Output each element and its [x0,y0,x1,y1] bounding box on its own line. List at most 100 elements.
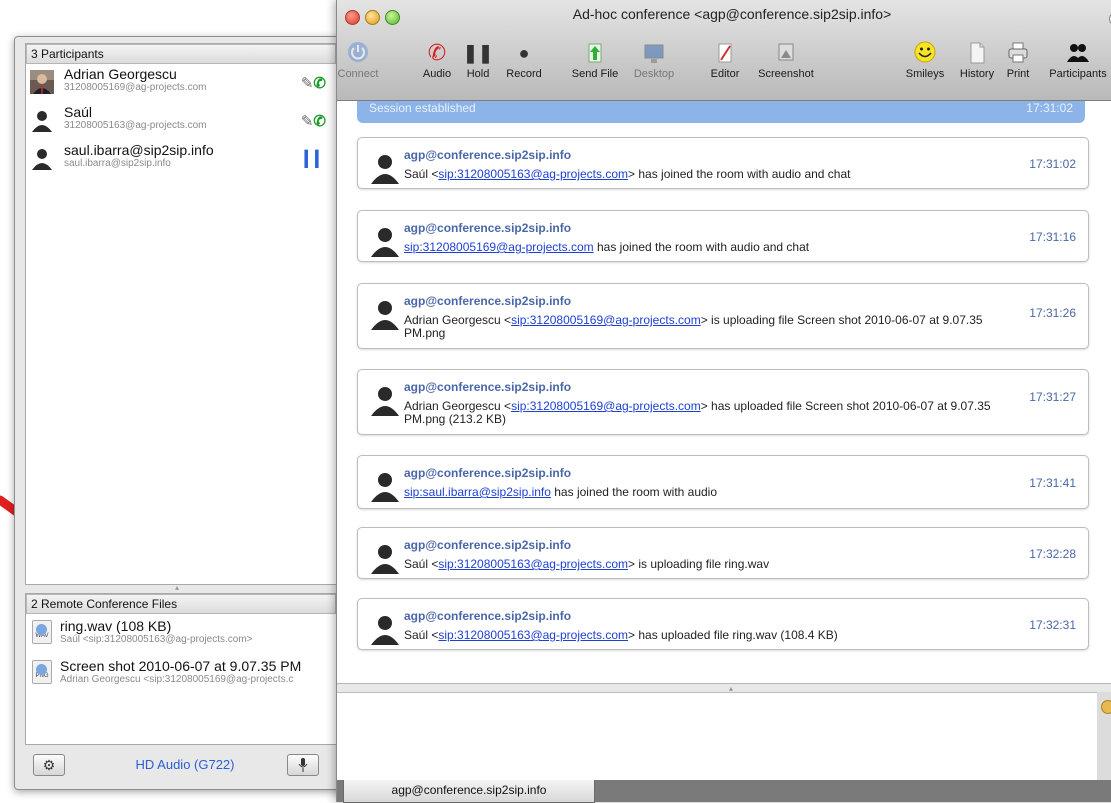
participants-button[interactable]: Participants [1043,38,1111,80]
sip-link[interactable]: sip:31208005169@ag-projects.com [511,399,701,413]
print-label: Print [1006,68,1030,80]
participant-name: Adrian Georgescu [64,66,177,82]
record-label: Record [506,68,542,80]
chat-message: agp@conference.sip2sip.info Adrian Georg… [357,369,1089,435]
screenshot-icon [778,43,794,61]
participant-address: 31208005169@ag-projects.com [64,82,207,93]
microphone-icon [298,758,308,772]
message-text: > is uploading file ring.wav [628,557,770,571]
chat-message: agp@conference.sip2sip.info Saúl <sip:31… [357,598,1089,650]
message-input[interactable] [337,692,1097,781]
audio-label: Audio [422,68,452,80]
default-avatar-icon [371,473,399,502]
sip-link[interactable]: sip:31208005163@ag-projects.com [438,628,628,642]
sip-link[interactable]: sip:31208005169@ag-projects.com [404,240,594,254]
message-text: Saúl < [404,167,439,181]
conference-drawer: 3 Participants Adrian Georgescu 31208005… [14,36,342,790]
participants-icon [1067,44,1089,62]
record-icon: ● [518,43,530,63]
phone-icon: ✆ [313,113,326,130]
message-text: Adrian Georgescu < [404,399,512,413]
connect-label: Connect [337,68,379,80]
history-button[interactable]: History [955,38,999,80]
message-time: 17:31:16 [1029,230,1076,244]
session-status: Session established [369,101,476,115]
file-row[interactable]: PNG Screen shot 2010-06-07 at 9.07.35 PM… [26,654,336,694]
sip-link[interactable]: sip:31208005163@ag-projects.com [438,167,628,181]
message-text: Saúl < [404,628,439,642]
message-body: sip:saul.ibarra@sip2sip.info has joined … [404,486,1024,499]
input-splitter[interactable]: ▴ [337,683,1111,693]
file-sender: Adrian Georgescu <sip:31208005169@ag-pro… [60,674,294,685]
monitor-icon [644,44,664,63]
pause-icon: ❚❚ [462,43,494,63]
message-body: Adrian Georgescu <sip:31208005169@ag-pro… [404,314,1024,340]
editor-label: Editor [710,68,740,80]
message-text: has joined the room with audio [550,485,718,499]
microphone-button[interactable] [287,754,319,776]
default-avatar-icon [371,228,399,257]
default-avatar-icon [32,149,52,170]
history-label: History [959,68,995,80]
splitter-handle[interactable]: ▴ [175,583,183,592]
message-time: 17:31:02 [1029,157,1076,171]
editor-button[interactable]: Editor [707,38,743,80]
pencil-icon: ✎ [300,113,314,130]
chat-message: agp@conference.sip2sip.info Adrian Georg… [357,283,1089,349]
message-body: sip:31208005169@ag-projects.com has join… [404,241,1024,254]
smileys-button[interactable]: Smileys [903,38,947,80]
sip-link[interactable]: sip:31208005163@ag-projects.com [438,557,628,571]
message-sender: agp@conference.sip2sip.info [404,380,572,394]
sip-link[interactable]: sip:31208005169@ag-projects.com [511,313,701,327]
chat-message: agp@conference.sip2sip.info Saúl <sip:31… [357,527,1089,579]
participants-label: Participants [1049,68,1107,80]
power-icon [348,42,368,62]
smiley-icon [914,41,936,63]
message-text: Adrian Georgescu < [404,313,512,327]
audio-button[interactable]: ✆ Audio [417,38,457,80]
file-row[interactable]: WAV ring.wav (108 KB) Saúl <sip:31208005… [26,614,336,654]
record-button[interactable]: ● Record [503,38,545,80]
desktop-label: Desktop [633,68,675,80]
message-time: 17:32:28 [1029,547,1076,561]
tab-conference[interactable]: agp@conference.sip2sip.info [343,780,595,803]
participant-name: Saúl [64,104,93,120]
emoticon-icon[interactable] [1101,700,1111,714]
desktop-button[interactable]: Desktop [629,38,679,80]
png-file-icon: PNG [32,660,52,684]
chat-message: agp@conference.sip2sip.info sip:saul.iba… [357,455,1089,509]
send-file-button[interactable]: Send File [567,38,623,80]
chat-message: agp@conference.sip2sip.info sip:31208005… [357,210,1089,262]
conference-files-list: 2 Remote Conference Files WAV ring.wav (… [25,593,337,745]
default-avatar-icon [371,616,399,645]
chat-transcript: Session established 17:31:02 agp@confere… [337,101,1111,683]
files-header: 2 Remote Conference Files [26,594,336,614]
connect-button[interactable]: Connect [337,38,379,80]
window-titlebar: Ad-hoc conference <agp@conference.sip2si… [337,0,1111,101]
drawer-bottom-bar: ⚙ HD Audio (G722) [25,751,337,781]
message-text: has joined the room with audio and chat [593,240,810,254]
message-time: 17:32:31 [1029,618,1076,632]
message-body: Saúl <sip:31208005163@ag-projects.com> h… [404,168,1024,181]
screenshot-label: Screenshot [758,68,814,80]
participant-row[interactable]: saul.ibarra@sip2sip.info saul.ibarra@sip… [26,140,336,178]
participant-row[interactable]: Adrian Georgescu 31208005169@ag-projects… [26,64,336,102]
file-name: Screen shot 2010-06-07 at 9.07.35 PM [60,658,302,674]
participant-name: saul.ibarra@sip2sip.info [64,142,214,158]
message-body: Adrian Georgescu <sip:31208005169@ag-pro… [404,400,1024,426]
participants-header: 3 Participants [26,44,336,64]
window-title: Ad-hoc conference <agp@conference.sip2si… [572,6,892,22]
participant-address: 31208005163@ag-projects.com [64,120,207,131]
print-button[interactable]: Print [1003,38,1033,80]
participant-row[interactable]: Saúl 31208005163@ag-projects.com ✎✆ [26,102,336,140]
gear-button[interactable]: ⚙ [33,754,65,776]
pencil-icon: ✎ [300,75,314,92]
message-sender: agp@conference.sip2sip.info [404,538,572,552]
editor-icon [718,43,732,63]
sip-link[interactable]: sip:saul.ibarra@sip2sip.info [404,485,551,499]
gear-icon: ⚙ [42,757,56,773]
hold-button[interactable]: ❚❚ Hold [461,38,495,80]
screenshot-button[interactable]: Screenshot [755,38,817,80]
default-avatar-icon [371,545,399,574]
phone-hangup-icon: ✆ [427,40,447,65]
